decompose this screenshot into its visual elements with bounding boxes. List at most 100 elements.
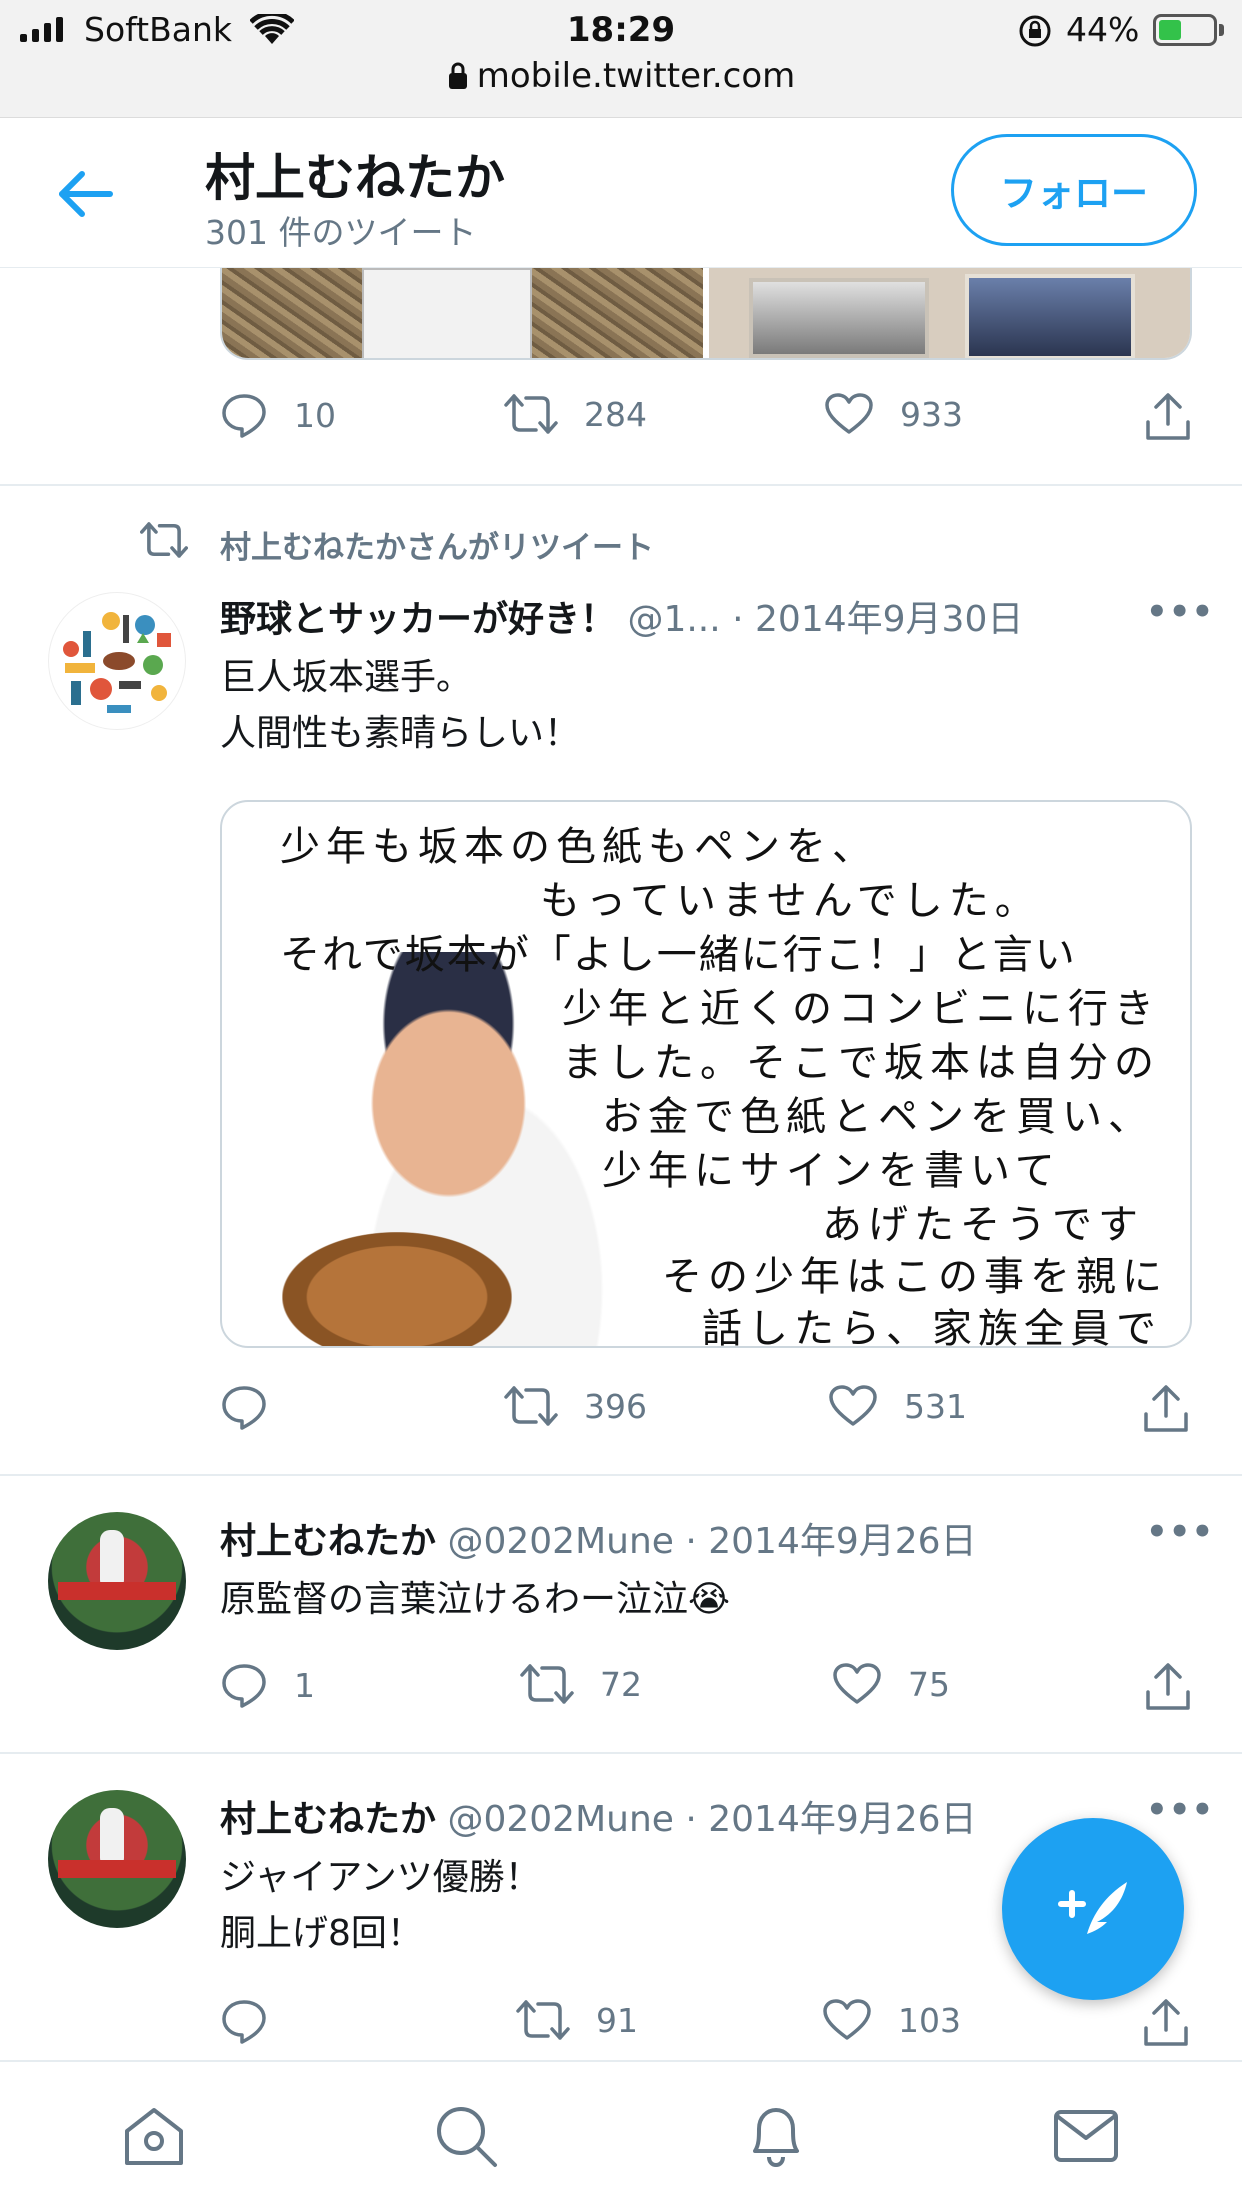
tweet-header: 村上むねたか @0202Mune · 2014年9月26日 bbox=[220, 1512, 977, 1564]
tweet-meta: @0202Mune · 2014年9月26日 bbox=[436, 1521, 977, 1562]
tab-notifications[interactable] bbox=[740, 2100, 812, 2172]
tweet-media[interactable] bbox=[220, 268, 1192, 360]
more-options-button[interactable]: ••• bbox=[1146, 592, 1214, 632]
share-icon bbox=[1144, 1999, 1188, 2046]
share-button[interactable] bbox=[1144, 1662, 1192, 1712]
retweet-count: 91 bbox=[596, 2000, 638, 2040]
reply-button[interactable]: 1 bbox=[220, 1662, 315, 1708]
tweet-actions: 10 284 933 bbox=[220, 392, 1192, 452]
like-button[interactable]: 103 bbox=[822, 1998, 961, 2042]
share-icon bbox=[1146, 1663, 1190, 1710]
search-icon bbox=[437, 2107, 497, 2167]
tweet-header: 村上むねたか @0202Mune · 2014年9月26日 bbox=[220, 1790, 977, 1842]
avatar[interactable] bbox=[48, 1790, 186, 1928]
like-button[interactable]: 933 bbox=[824, 392, 963, 436]
glove-image bbox=[282, 1232, 512, 1346]
avatar[interactable] bbox=[48, 592, 186, 730]
share-icon bbox=[1144, 1385, 1188, 1432]
follow-button[interactable]: フォロー bbox=[951, 134, 1197, 246]
more-options-button[interactable]: ••• bbox=[1146, 1512, 1214, 1552]
tweet-text: ジャイアンツ優勝！ 胴上げ8回！ bbox=[220, 1857, 541, 1954]
image-text-line: あげたそうです bbox=[822, 1202, 1144, 1248]
compose-icon bbox=[1058, 1882, 1127, 1934]
home-icon bbox=[125, 2108, 183, 2165]
reply-icon bbox=[222, 2000, 266, 2044]
tweet-text: 巨人坂本選手。 人間性も素晴らしい！ bbox=[220, 657, 581, 754]
retweet-icon bbox=[504, 394, 558, 434]
image-text-line: 少年にサインを書いて bbox=[602, 1148, 1061, 1194]
reply-button[interactable]: 10 bbox=[220, 392, 336, 438]
share-button[interactable] bbox=[1142, 1998, 1190, 2048]
retweeted-by-label: 村上むねたかさんがリツイート bbox=[220, 530, 654, 566]
tweet-divider bbox=[0, 484, 1242, 486]
image-text-line: ました。そこで坂本は自分の bbox=[562, 1040, 1160, 1086]
retweet-count: 284 bbox=[584, 394, 647, 434]
tweet-meta: @1... · 2014年9月30日 bbox=[616, 599, 1024, 640]
tab-home[interactable] bbox=[118, 2100, 190, 2172]
retweet-button[interactable]: 91 bbox=[516, 1998, 638, 2042]
like-count: 103 bbox=[898, 2000, 961, 2040]
retweet-button[interactable]: 72 bbox=[520, 1662, 642, 1706]
avatar[interactable] bbox=[48, 1512, 186, 1650]
reply-count: 1 bbox=[294, 1665, 315, 1705]
tab-search[interactable] bbox=[430, 2100, 502, 2172]
reply-icon bbox=[222, 394, 266, 438]
url-bar[interactable]: mobile.twitter.com bbox=[0, 56, 1242, 96]
image-text-line: 少年と近くのコンビニに行き bbox=[562, 986, 1160, 1032]
sports-icons-avatar bbox=[63, 612, 171, 713]
retweet-count: 72 bbox=[600, 1664, 642, 1704]
profile-header: 村上むねたか 301 件のツイート フォロー bbox=[0, 118, 1242, 268]
tweet-actions: 1 72 75 bbox=[220, 1662, 1192, 1722]
reply-icon bbox=[222, 1386, 266, 1430]
image-text-line: 少年も坂本の色紙もペンを、 bbox=[280, 824, 878, 870]
like-icon bbox=[823, 1999, 871, 2040]
reply-icon bbox=[222, 1664, 266, 1708]
like-button[interactable]: 75 bbox=[832, 1662, 950, 1706]
author-name[interactable]: 村上むねたか bbox=[220, 1799, 436, 1840]
reply-button[interactable] bbox=[220, 1384, 294, 1430]
battery-percent: 44% bbox=[1066, 10, 1140, 49]
like-count: 933 bbox=[900, 394, 963, 434]
more-options-button[interactable]: ••• bbox=[1146, 1790, 1214, 1830]
tweet-count: 301 件のツイート bbox=[205, 213, 477, 252]
tweet-meta: @0202Mune · 2014年9月26日 bbox=[436, 1799, 977, 1840]
retweet-button[interactable]: 284 bbox=[504, 392, 647, 436]
tweet-header: 野球とサッカーが好き！ @1... · 2014年9月30日 bbox=[220, 590, 1023, 642]
bell-icon bbox=[753, 2108, 799, 2168]
share-icon bbox=[1146, 393, 1190, 440]
author-name[interactable]: 村上むねたか bbox=[220, 1521, 436, 1562]
tweet-divider bbox=[0, 1752, 1242, 1754]
compose-tweet-button[interactable] bbox=[1002, 1818, 1184, 2000]
retweet-icon bbox=[504, 1386, 558, 1426]
retweet-icon bbox=[140, 522, 188, 558]
bottom-nav bbox=[0, 2060, 1242, 2208]
like-button[interactable]: 531 bbox=[828, 1384, 967, 1428]
reply-button[interactable] bbox=[220, 1998, 294, 2044]
like-icon bbox=[825, 393, 873, 434]
media-image bbox=[222, 268, 703, 358]
tab-messages[interactable] bbox=[1050, 2100, 1122, 2172]
tweet-text: 原監督の言葉泣けるわー泣泣😭 bbox=[220, 1579, 731, 1620]
battery-icon bbox=[1153, 14, 1217, 46]
mail-icon bbox=[1054, 2110, 1118, 2162]
url-text: mobile.twitter.com bbox=[476, 56, 796, 96]
image-text-line: 話したら、家族全員で bbox=[702, 1306, 1162, 1348]
tweet-actions: 396 531 bbox=[220, 1384, 1192, 1444]
back-arrow-icon[interactable] bbox=[56, 166, 116, 222]
share-button[interactable] bbox=[1142, 1384, 1190, 1434]
battery-nub bbox=[1219, 24, 1224, 36]
author-name[interactable]: 野球とサッカーが好き！ bbox=[220, 599, 616, 640]
retweet-icon bbox=[516, 2000, 570, 2040]
clock: 18:29 bbox=[566, 10, 676, 50]
profile-name: 村上むねたか bbox=[205, 149, 505, 207]
share-button[interactable] bbox=[1144, 392, 1192, 442]
reply-count: 10 bbox=[294, 395, 336, 435]
like-icon bbox=[829, 1385, 877, 1426]
image-text-line: もっていませんでした。 bbox=[540, 878, 1041, 924]
media-image bbox=[709, 268, 1190, 358]
image-text-line: それで坂本が「よし一緒に行こ！」と言い bbox=[280, 932, 1077, 978]
retweet-button[interactable]: 396 bbox=[504, 1384, 647, 1428]
retweet-icon bbox=[520, 1664, 574, 1704]
tweet-image[interactable]: 少年も坂本の色紙もペンを、 もっていませんでした。 それで坂本が「よし一緒に行こ… bbox=[220, 800, 1192, 1348]
like-count: 75 bbox=[908, 1664, 950, 1704]
